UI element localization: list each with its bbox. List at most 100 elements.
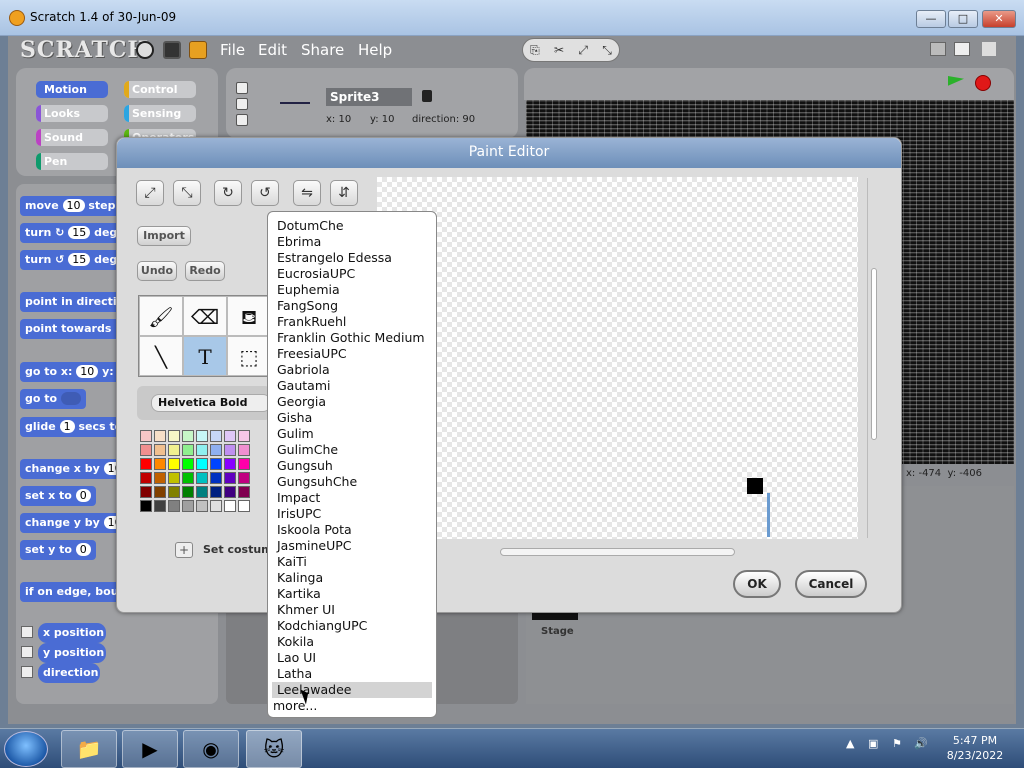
color-swatch[interactable] (168, 444, 180, 456)
globe-icon[interactable] (136, 41, 154, 59)
category-control[interactable]: Control (124, 81, 196, 98)
font-option[interactable]: FangSong (268, 298, 436, 314)
flip-lr-icon[interactable] (236, 98, 248, 110)
color-swatch[interactable] (224, 458, 236, 470)
menu-share[interactable]: Share (301, 41, 344, 59)
share-icon[interactable] (189, 41, 207, 59)
block-point-in-direction[interactable]: point in direction (20, 292, 120, 312)
block-bounce[interactable]: if on edge, bounce (20, 582, 120, 602)
font-option[interactable]: Kokila (268, 634, 436, 650)
line-tool-icon[interactable]: ╲ (139, 336, 183, 376)
color-swatch[interactable] (224, 472, 236, 484)
select-tool-icon[interactable]: ⬚ (227, 336, 271, 376)
block-input[interactable]: 0 (75, 543, 91, 556)
category-sensing[interactable]: Sensing (124, 105, 196, 122)
font-option[interactable]: Franklin Gothic Medium (268, 330, 436, 346)
ok-button[interactable]: OK (733, 570, 781, 598)
presentation-icon[interactable] (982, 42, 996, 56)
small-stage-icon[interactable] (930, 42, 946, 56)
color-swatch[interactable] (168, 500, 180, 512)
font-option[interactable]: Khmer UI (268, 602, 436, 618)
font-option[interactable]: FrankRuehl (268, 314, 436, 330)
redo-button[interactable]: Redo (185, 261, 225, 281)
font-option[interactable]: GungsuhChe (268, 474, 436, 490)
grow-canvas-icon[interactable]: ⤢ (136, 180, 164, 206)
maximize-button[interactable]: □ (948, 10, 978, 28)
checkbox-y-position[interactable] (21, 646, 33, 658)
color-swatch[interactable] (238, 444, 250, 456)
color-swatch[interactable] (210, 444, 222, 456)
start-button[interactable] (4, 731, 48, 767)
horizontal-scroll-thumb[interactable] (500, 548, 735, 556)
block-input[interactable]: 10 (76, 365, 99, 378)
block-turn-right[interactable]: turn ↻ 15 degrees (20, 223, 120, 243)
rotate-cw-icon[interactable]: ↻ (214, 180, 242, 206)
checkbox-direction[interactable] (21, 666, 33, 678)
color-swatch[interactable] (182, 444, 194, 456)
color-swatch[interactable] (140, 458, 152, 470)
block-input[interactable]: 0 (75, 489, 91, 502)
font-option[interactable]: Kalinga (268, 570, 436, 586)
color-swatch[interactable] (154, 486, 166, 498)
color-swatch[interactable] (196, 444, 208, 456)
volume-icon[interactable]: 🔊 (914, 737, 928, 750)
block-point-towards[interactable]: point towards (20, 319, 120, 339)
font-option[interactable]: Gabriola (268, 362, 436, 378)
color-swatch[interactable] (210, 472, 222, 484)
text-tool-icon[interactable]: T (183, 336, 227, 376)
font-option[interactable]: KaiTi (268, 554, 436, 570)
shrink-icon[interactable]: ⤡ (602, 43, 612, 58)
font-option[interactable]: Gulim (268, 426, 436, 442)
undo-button[interactable]: Undo (137, 261, 177, 281)
color-swatch[interactable] (168, 486, 180, 498)
category-pen[interactable]: Pen (36, 153, 108, 170)
font-option[interactable]: Impact (268, 490, 436, 506)
block-set-y[interactable]: set y to 0 (20, 540, 96, 560)
menu-file[interactable]: File (220, 41, 245, 59)
color-swatch[interactable] (140, 444, 152, 456)
color-swatch[interactable] (238, 500, 250, 512)
shrink-canvas-icon[interactable]: ⤡ (173, 180, 201, 206)
flag-icon[interactable]: ⚑ (892, 737, 902, 750)
block-input[interactable]: 15 (68, 226, 91, 239)
color-swatch[interactable] (154, 458, 166, 470)
color-swatch[interactable] (238, 472, 250, 484)
font-option[interactable]: IrisUPC (268, 506, 436, 522)
stop-icon[interactable] (975, 75, 991, 91)
category-sound[interactable]: Sound (36, 129, 108, 146)
color-swatch[interactable] (224, 444, 236, 456)
block-input[interactable]: 10 (62, 199, 85, 212)
font-dropdown-field[interactable]: Helvetica Bold (151, 394, 271, 412)
font-option[interactable]: JasmineUPC (268, 538, 436, 554)
menu-help[interactable]: Help (358, 41, 392, 59)
color-swatch[interactable] (210, 486, 222, 498)
font-option[interactable]: Euphemia (268, 282, 436, 298)
color-swatch[interactable] (210, 458, 222, 470)
network-icon[interactable]: ▣ (868, 737, 878, 750)
font-option[interactable]: Kartika (268, 586, 436, 602)
font-option[interactable]: GulimChe (268, 442, 436, 458)
color-swatch[interactable] (154, 444, 166, 456)
menu-edit[interactable]: Edit (258, 41, 287, 59)
font-option[interactable]: Iskoola Pota (268, 522, 436, 538)
font-option[interactable]: Gautami (268, 378, 436, 394)
block-input[interactable]: 1 (59, 420, 75, 433)
set-costume-center-icon[interactable]: + (175, 542, 193, 558)
brush-icon[interactable]: 🖌 (139, 296, 183, 336)
sprite-name-field[interactable]: Sprite3 (326, 88, 412, 106)
flip-horizontal-icon[interactable]: ⇋ (293, 180, 321, 206)
reporter-direction[interactable]: direction (38, 663, 100, 683)
block-change-y[interactable]: change y by 10 (20, 513, 120, 533)
category-motion[interactable]: Motion (36, 81, 108, 98)
paint-canvas[interactable] (377, 177, 858, 539)
block-glide[interactable]: glide 1 secs to (20, 417, 120, 437)
eraser-icon[interactable]: ⌫ (183, 296, 227, 336)
color-swatch[interactable] (168, 458, 180, 470)
color-swatch[interactable] (224, 500, 236, 512)
color-swatch[interactable] (182, 430, 194, 442)
block-set-x[interactable]: set x to 0 (20, 486, 96, 506)
font-option[interactable]: FreesiaUPC (268, 346, 436, 362)
category-looks[interactable]: Looks (36, 105, 108, 122)
color-swatch[interactable] (140, 430, 152, 442)
minimize-button[interactable]: — (916, 10, 946, 28)
